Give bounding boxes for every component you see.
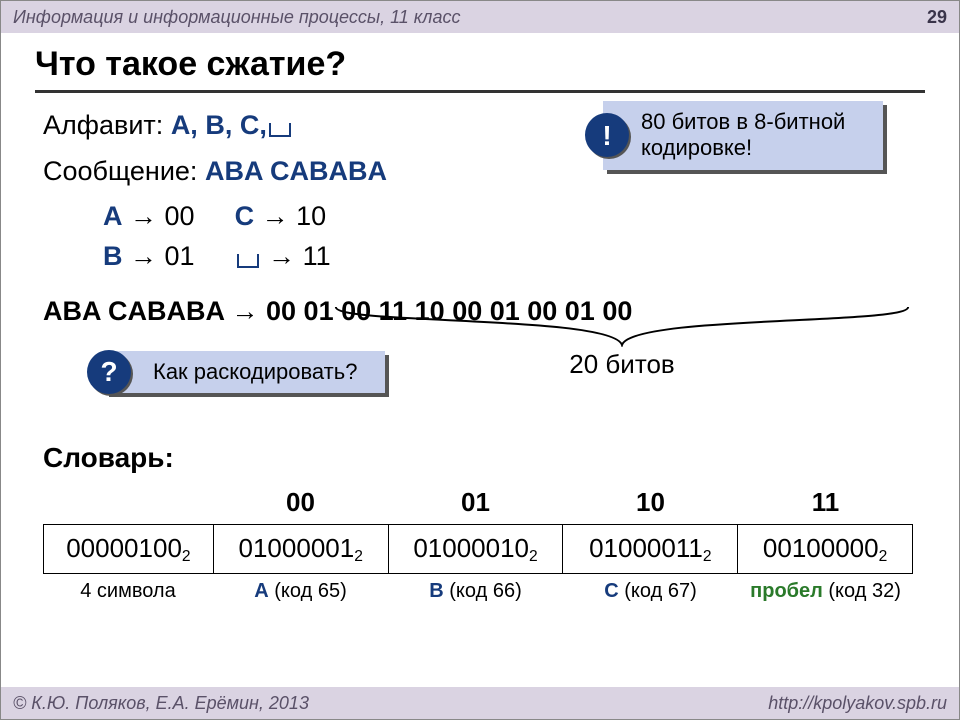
callout-bits: ! 80 битов в 8-битной кодировке! xyxy=(603,101,883,170)
code-a-val: 00 xyxy=(165,201,195,231)
code-a-sym: A xyxy=(103,201,123,231)
code-c-val: 10 xyxy=(296,201,326,231)
message-label: Сообщение: xyxy=(43,156,197,186)
dict-d1p: A xyxy=(254,580,268,602)
encoded-src: ABA CABABA xyxy=(43,296,224,326)
dict-hdr-2: 10 xyxy=(563,485,738,520)
dictionary-headers: 00 01 10 11 xyxy=(43,485,913,520)
dict-c2: 01000010 xyxy=(413,533,529,563)
dict-hdr-3: 11 xyxy=(738,485,913,520)
brace: 20 битов xyxy=(331,305,913,382)
table-row: 000001002 010000012 010000102 010000112 … xyxy=(44,525,913,574)
dictionary-label: Словарь: xyxy=(43,439,929,477)
callout-bits-text: 80 битов в 8-битной кодировке! xyxy=(641,109,845,160)
dict-d4p: пробел xyxy=(750,580,823,602)
dict-d3: (код 67) xyxy=(619,580,697,602)
dict-c4: 00100000 xyxy=(763,533,879,563)
dict-d4: (код 32) xyxy=(823,580,901,602)
dictionary-desc: 4 символа A (код 65) B (код 66) C (код 6… xyxy=(43,578,913,605)
dict-hdr-0: 00 xyxy=(213,485,388,520)
dict-d3p: C xyxy=(604,580,618,602)
space-glyph xyxy=(269,123,291,137)
callout-decode-text: Как раскодировать? xyxy=(153,359,357,384)
dict-d2p: B xyxy=(429,580,443,602)
brace-label: 20 битов xyxy=(331,347,913,382)
code-sp-glyph xyxy=(237,254,259,268)
dict-d0: 4 символа xyxy=(80,580,175,602)
brace-icon xyxy=(331,305,913,347)
callout-decode: ? Как раскодировать? xyxy=(105,351,385,393)
slide-title: Что такое сжатие? xyxy=(35,45,925,93)
exclaim-icon: ! xyxy=(585,113,629,157)
dict-hdr-1: 01 xyxy=(388,485,563,520)
dict-d2: (код 66) xyxy=(444,580,522,602)
dictionary-block: 00 01 10 11 000001002 010000012 01000010… xyxy=(43,485,913,605)
code-b-sym: B xyxy=(103,241,123,271)
alphabet-label: Алфавит: xyxy=(43,110,163,140)
footer-authors: © К.Ю. Поляков, Е.А. Ерёмин, 2013 xyxy=(13,693,309,714)
dict-c3: 01000011 xyxy=(589,533,703,563)
question-icon: ? xyxy=(87,350,131,394)
dict-d1: (код 65) xyxy=(269,580,347,602)
code-table: A → 00 B → 01 C → 10 → 11 xyxy=(103,198,929,275)
code-b-val: 01 xyxy=(165,241,195,271)
page-number: 29 xyxy=(927,7,947,28)
code-c-sym: C xyxy=(235,201,255,231)
dict-c0: 00000100 xyxy=(66,533,182,563)
course-name: Информация и информационные процессы, 11… xyxy=(13,7,460,28)
code-sp-val: 11 xyxy=(303,241,331,271)
footer-url: http://kpolyakov.spb.ru xyxy=(768,693,947,714)
alphabet-letters: A, B, C, xyxy=(171,110,267,140)
dict-c1: 01000001 xyxy=(239,533,355,563)
dictionary-table: 000001002 010000012 010000102 010000112 … xyxy=(43,524,913,574)
message-text: ABA CABABA xyxy=(205,156,387,186)
